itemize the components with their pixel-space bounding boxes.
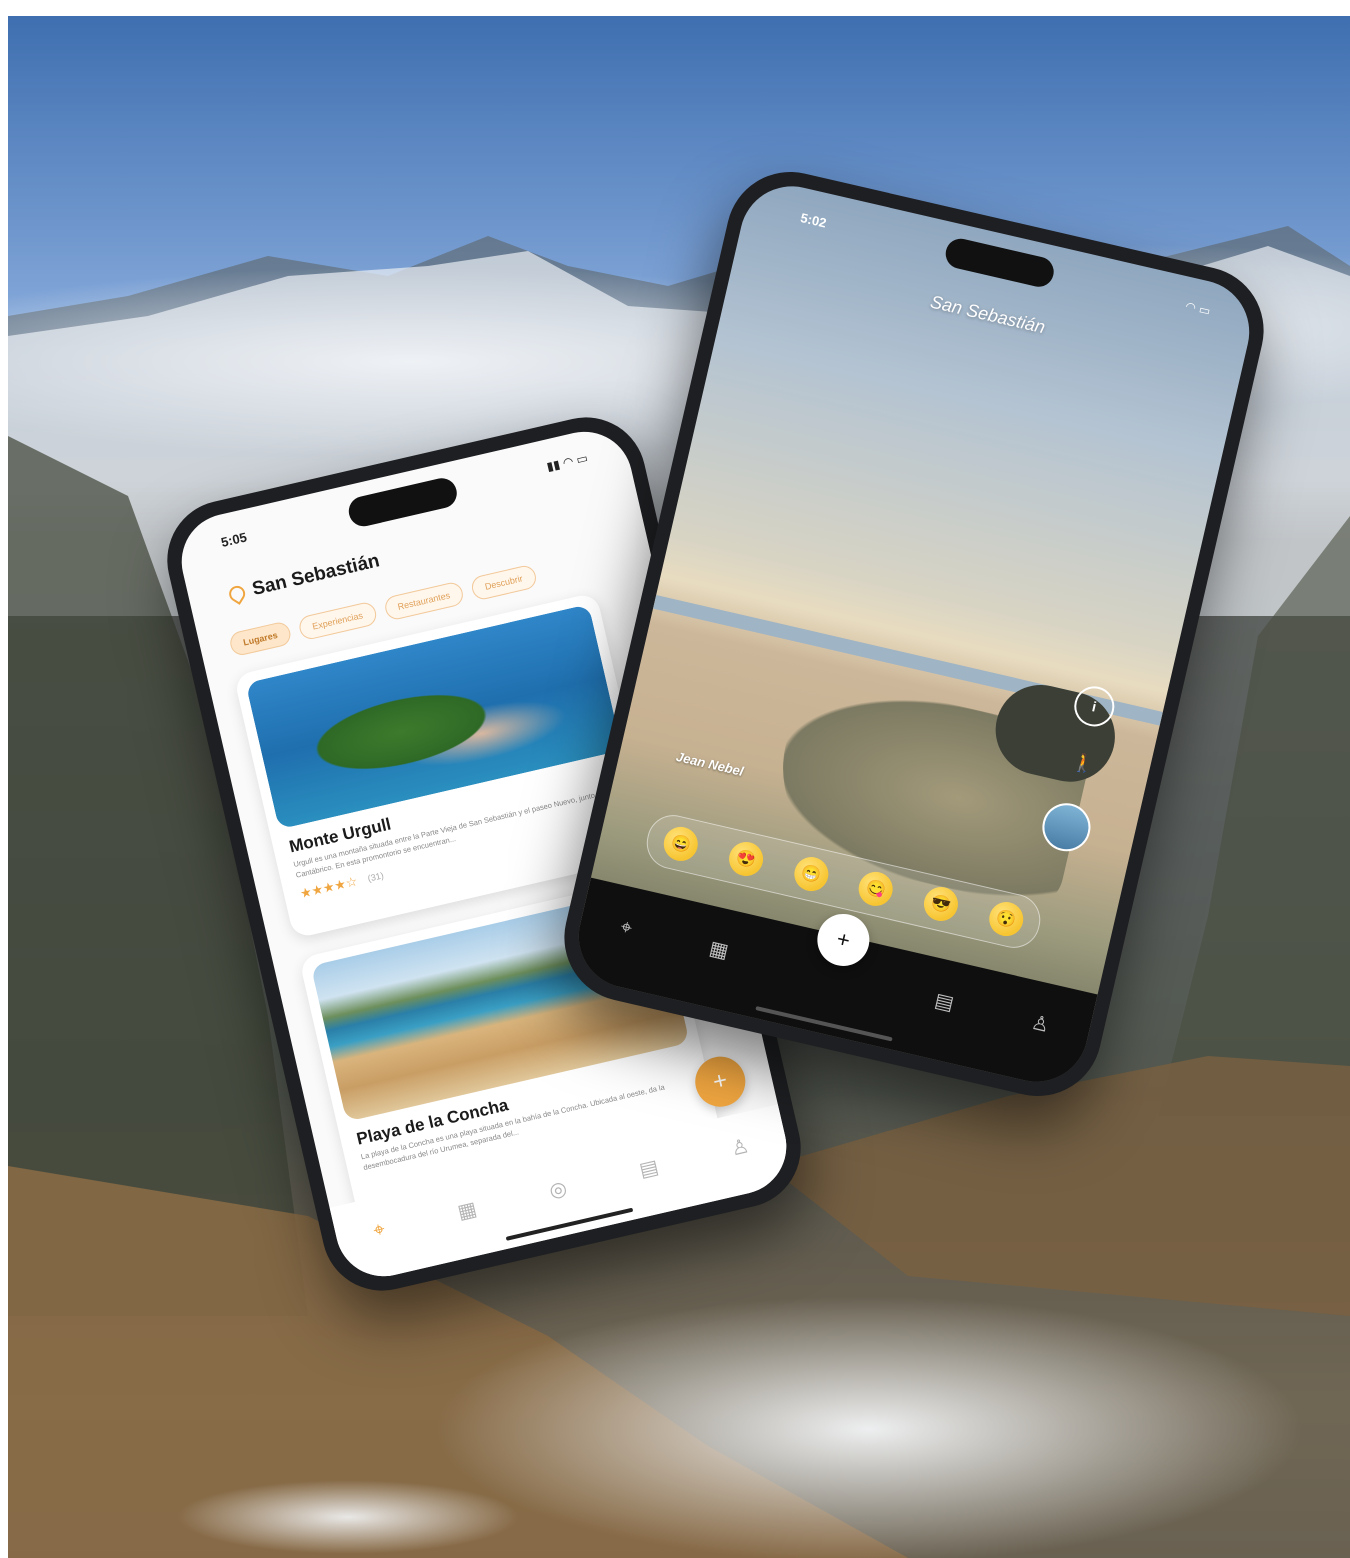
chip-restaurantes[interactable]: Restaurantes <box>382 580 466 622</box>
calendar-icon[interactable]: ▦ <box>455 1196 479 1225</box>
chip-lugares[interactable]: Lugares <box>227 620 293 658</box>
profile-icon[interactable]: ♙ <box>728 1133 751 1161</box>
dynamic-island <box>345 475 460 530</box>
reaction-sunglasses-icon[interactable]: 😎 <box>920 883 962 925</box>
calendar-icon[interactable]: ▦ <box>707 935 731 964</box>
status-icons: ▮▮ ◠ ▭ <box>545 450 590 474</box>
location-pin-icon <box>226 582 249 605</box>
snow-patch <box>158 1476 538 1558</box>
status-time: 5:05 <box>219 529 249 550</box>
chip-descubrir[interactable]: Descubrir <box>469 563 538 602</box>
location-pin-icon[interactable]: ⌖ <box>371 1218 387 1243</box>
dynamic-island <box>942 235 1057 290</box>
reaction-heart-eyes-icon[interactable]: 😍 <box>725 838 767 880</box>
tab-spacer <box>806 969 857 981</box>
chat-icon[interactable]: ▤ <box>637 1154 661 1183</box>
status-icons: ◠ ▭ <box>1184 298 1212 319</box>
profile-icon[interactable]: ♙ <box>1029 1009 1052 1037</box>
author-name[interactable]: Jean Nebel <box>675 749 745 779</box>
rating-count: (31) <box>366 870 385 884</box>
chip-experiencias[interactable]: Experiencias <box>297 600 379 642</box>
reaction-grin-icon[interactable]: 😄 <box>660 823 702 865</box>
chat-icon[interactable]: ▤ <box>932 987 956 1016</box>
reaction-surprised-icon[interactable]: 😯 <box>985 898 1027 940</box>
compass-icon[interactable]: ◎ <box>547 1175 570 1203</box>
location-title: San Sebastián <box>250 550 382 601</box>
status-time: 5:02 <box>799 210 828 231</box>
reaction-yum-icon[interactable]: 😋 <box>855 868 897 910</box>
reaction-beam-icon[interactable]: 😁 <box>790 853 832 895</box>
location-pin-icon[interactable]: ⌖ <box>618 915 634 940</box>
location-header[interactable]: San Sebastián <box>226 550 382 606</box>
